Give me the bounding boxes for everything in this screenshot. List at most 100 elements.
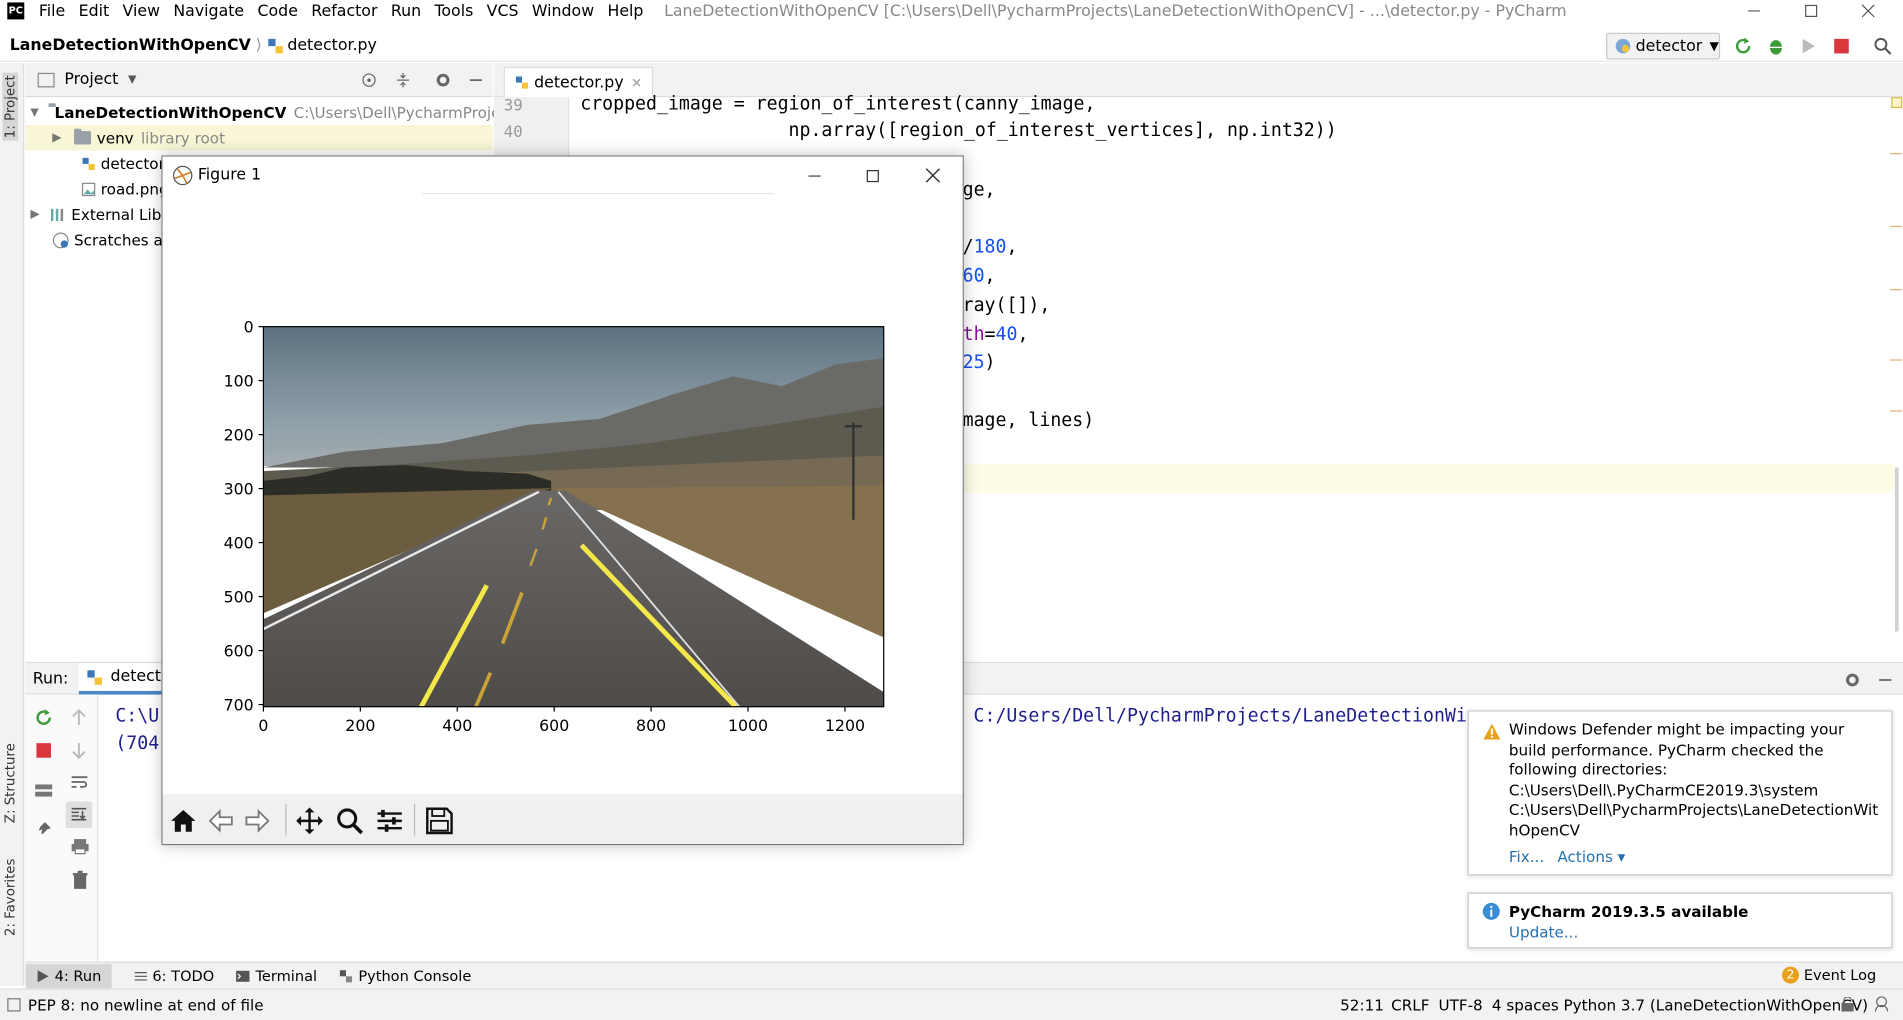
coverage-button[interactable]	[1799, 36, 1818, 55]
arrow-down-icon[interactable]	[70, 741, 87, 760]
menu-window[interactable]: Window	[532, 2, 594, 20]
tool-tab-run[interactable]: 4: Run	[25, 963, 112, 988]
y-axis: 0 100 200 300 400 500 600 700	[224, 318, 264, 715]
locate-icon[interactable]	[361, 72, 378, 89]
run-config-selector[interactable]: detector ▼	[1605, 32, 1721, 60]
arrow-up-icon[interactable]	[70, 708, 87, 727]
code-line[interactable]: 60,	[963, 265, 996, 287]
menu-help[interactable]: Help	[607, 2, 643, 20]
actions-dropdown[interactable]: Actions ▾	[1557, 848, 1625, 866]
menu-refactor[interactable]: Refactor	[311, 2, 377, 20]
scroll-to-end-icon	[71, 807, 87, 821]
left-tool-stripe: 1: Project Z: Structure 2: Favorites	[0, 63, 25, 987]
file-encoding[interactable]: UTF-8	[1438, 996, 1482, 1014]
code-line[interactable]: ray([]),	[963, 294, 1051, 316]
debug-button[interactable]	[1766, 36, 1785, 55]
trash-icon[interactable]	[72, 870, 89, 890]
configure-subplots-button[interactable]	[373, 804, 407, 838]
inspector-icon[interactable]	[1873, 996, 1890, 1013]
breadcrumb-file[interactable]: detector.py	[287, 36, 377, 54]
rerun-button[interactable]	[1733, 36, 1752, 55]
project-panel-title[interactable]: Project	[64, 70, 118, 88]
toggle-tool-windows-icon[interactable]	[7, 998, 21, 1012]
plot-canvas[interactable]: 0 200 400 600 800 1000 1200 0 100 200 300 400 500 60…	[163, 194, 963, 794]
rerun-icon	[36, 709, 51, 725]
tool-tab-terminal[interactable]: Terminal	[236, 967, 317, 984]
event-log-button[interactable]: 2 Event Log	[1782, 966, 1876, 984]
zoom-button[interactable]	[333, 804, 367, 838]
code-line[interactable]: /180,	[963, 236, 1018, 258]
save-figure-button[interactable]	[422, 804, 456, 838]
stop-button[interactable]	[25, 737, 98, 764]
forward-icon	[245, 808, 270, 833]
hide-panel-icon[interactable]	[467, 72, 484, 89]
gear-icon[interactable]	[1844, 672, 1861, 689]
pin-icon[interactable]	[34, 821, 53, 838]
python-interpreter[interactable]: Python 3.7 (LaneDetectionWithOpenCV)	[1564, 996, 1869, 1014]
fix-link[interactable]: Fix...	[1509, 848, 1544, 866]
menu-file[interactable]: File	[39, 2, 65, 20]
rerun-icon	[1735, 37, 1751, 54]
search-everywhere-button[interactable]	[1873, 36, 1892, 55]
gear-icon[interactable]	[435, 72, 452, 89]
project-tool-tab[interactable]: 1: Project	[2, 72, 19, 141]
figure-toolbar	[162, 794, 963, 844]
back-button[interactable]	[204, 804, 238, 838]
status-bar: PEP 8: no newline at end of file 52:11 C…	[0, 988, 1903, 1020]
soft-wrap-icon[interactable]	[70, 774, 89, 791]
code-line[interactable]: mage, lines)	[963, 409, 1095, 431]
layout-icon[interactable]	[34, 782, 53, 799]
stop-button[interactable]	[1832, 36, 1851, 55]
collapse-all-icon[interactable]	[395, 72, 412, 89]
tree-item-label: detector.	[100, 154, 169, 173]
menu-run[interactable]: Run	[391, 2, 421, 20]
error-stripe[interactable]	[1890, 97, 1903, 648]
close-tab-icon[interactable]: ✕	[631, 75, 642, 91]
menu-tools[interactable]: Tools	[434, 2, 473, 20]
rerun-button[interactable]	[25, 704, 98, 731]
pan-button[interactable]	[293, 804, 327, 838]
tool-tab-python-console[interactable]: Python Console	[339, 967, 471, 984]
code-line-39[interactable]: cropped_image = region_of_interest(canny…	[580, 92, 1095, 114]
python-console-icon	[340, 969, 353, 982]
minimize-icon[interactable]	[807, 169, 822, 184]
tree-item-project-root[interactable]: ▼ LaneDetectionWithOpenCV C:\Users\Dell\…	[25, 100, 545, 126]
structure-tool-tab[interactable]: Z: Structure	[2, 743, 18, 823]
update-link[interactable]: Update...	[1509, 923, 1578, 941]
breadcrumb-project[interactable]: LaneDetectionWithOpenCV	[10, 36, 251, 54]
scroll-to-end-button[interactable]	[65, 801, 93, 829]
chevron-down-icon[interactable]: ▼	[128, 73, 136, 85]
code-line[interactable]: 25)	[963, 351, 996, 373]
code-line[interactable]: ge,	[963, 179, 996, 201]
lock-icon[interactable]	[1840, 996, 1855, 1013]
indent-setting[interactable]: 4 spaces	[1492, 996, 1559, 1014]
todo-icon	[134, 971, 147, 980]
scrollbar-thumb[interactable]	[1894, 467, 1899, 632]
code-line-40[interactable]: np.array([region_of_interest_vertices], …	[580, 119, 1337, 141]
plot-area[interactable]: 0 200 400 600 800 1000 1200 0 100 200 300 400 500 60…	[162, 194, 963, 795]
tree-item-venv[interactable]: ▶ venv library root	[25, 125, 493, 151]
code-line[interactable]: th=40,	[963, 323, 1029, 345]
tool-tab-label: 4: Run	[54, 967, 102, 985]
chevron-right-icon: ⟩	[255, 36, 262, 55]
print-icon[interactable]	[70, 838, 89, 855]
y-tick-label: 500	[224, 588, 254, 607]
menu-edit[interactable]: Edit	[79, 2, 110, 20]
maximize-button[interactable]	[1783, 0, 1839, 22]
hide-panel-icon[interactable]	[1877, 672, 1894, 689]
menu-code[interactable]: Code	[257, 2, 297, 20]
forward-button[interactable]	[240, 804, 274, 838]
close-icon[interactable]	[925, 168, 941, 184]
minimize-button[interactable]	[1726, 0, 1782, 22]
back-icon	[208, 808, 233, 833]
home-button[interactable]	[166, 804, 200, 838]
menu-vcs[interactable]: VCS	[487, 2, 519, 20]
close-window-button[interactable]	[1840, 0, 1896, 22]
tool-tab-todo[interactable]: 6: TODO	[133, 967, 214, 984]
line-separator[interactable]: CRLF	[1391, 996, 1429, 1014]
maximize-icon[interactable]	[866, 169, 881, 184]
menu-navigate[interactable]: Navigate	[173, 2, 244, 20]
caret-position[interactable]: 52:11	[1340, 996, 1384, 1014]
menu-view[interactable]: View	[123, 2, 160, 20]
favorites-tool-tab[interactable]: 2: Favorites	[2, 859, 18, 937]
